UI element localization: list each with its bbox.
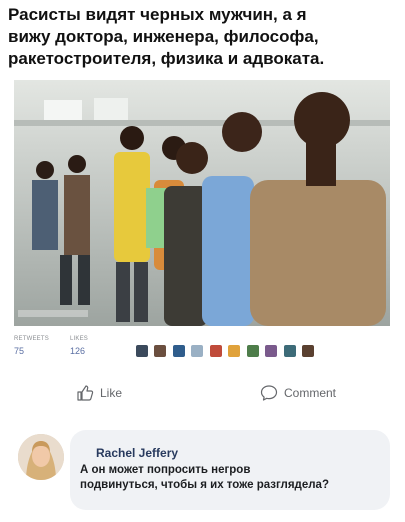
avatar-thumb-7 bbox=[246, 344, 259, 357]
retweets-count: 75 bbox=[14, 346, 25, 356]
liker-avatars[interactable] bbox=[136, 342, 316, 357]
retweets-label: RETWEETS bbox=[14, 336, 49, 342]
avatar-thumb-9 bbox=[283, 344, 296, 357]
profile-photo bbox=[18, 434, 64, 480]
likes-label: LIKES bbox=[70, 336, 89, 342]
avatar-thumb-2 bbox=[154, 344, 167, 357]
comment: Rachel Jeffery А он может попросить негр… bbox=[14, 430, 390, 516]
like-label: Like bbox=[100, 386, 123, 400]
thumbs-up-icon bbox=[77, 385, 94, 401]
likes-stat[interactable]: LIKES 126 bbox=[70, 336, 88, 356]
speech-bubble-icon bbox=[260, 385, 278, 401]
retweets-stat[interactable]: RETWEETS 75 bbox=[14, 336, 49, 356]
like-button[interactable]: Like bbox=[76, 382, 122, 404]
avatar-thumb-1 bbox=[136, 344, 148, 357]
comment-button[interactable]: Comment bbox=[260, 382, 336, 404]
avatar-thumb-6 bbox=[228, 344, 241, 357]
comment-text: А он может попросить негров подвинуться,… bbox=[80, 464, 329, 491]
commenter-avatar[interactable] bbox=[18, 434, 64, 480]
comment-label: Comment bbox=[284, 386, 337, 400]
post-text: Расисты видят черных мужчин, а я вижу до… bbox=[8, 5, 325, 68]
avatar-thumb-3 bbox=[172, 344, 185, 357]
stats-row: RETWEETS 75 LIKES 126 bbox=[14, 336, 390, 370]
avatar-thumb-4 bbox=[191, 344, 204, 357]
photo-illustration bbox=[14, 80, 390, 326]
likes-count: 126 bbox=[70, 346, 86, 356]
avatar-thumb-8 bbox=[265, 344, 278, 357]
avatar-thumb-10 bbox=[302, 344, 315, 357]
action-bar: Like Comment bbox=[14, 378, 390, 408]
comment-bubble: Rachel Jeffery А он может попросить негр… bbox=[70, 430, 390, 510]
avatar-thumb-5 bbox=[209, 344, 222, 357]
post-photo[interactable] bbox=[14, 80, 390, 326]
commenter-name[interactable]: Rachel Jeffery bbox=[96, 446, 178, 460]
